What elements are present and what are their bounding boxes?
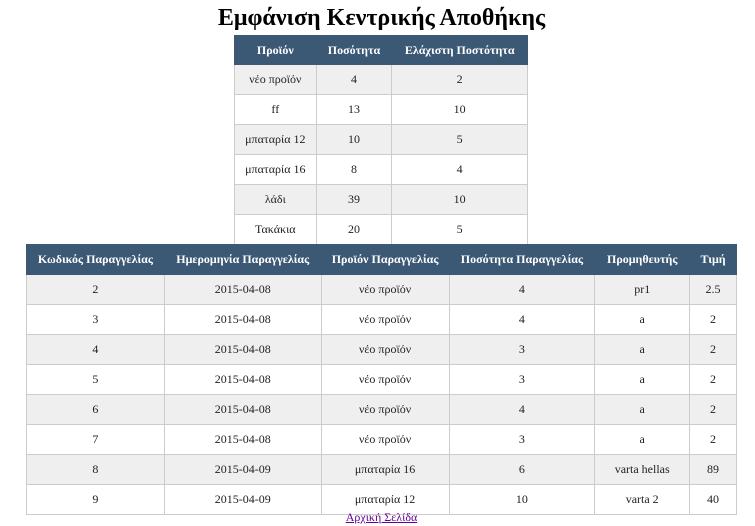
stock-cell-quantity: 20 xyxy=(315,214,393,245)
page: Εμφάνιση Κεντρικής Αποθήκης Προϊόν Ποσότ… xyxy=(0,0,755,526)
stock-cell-quantity: 8 xyxy=(315,154,393,185)
order-cell-price: 2 xyxy=(689,424,737,455)
order-cell-product: νέο προϊόν xyxy=(320,394,450,425)
orders-header-order-product: Προϊόν Παραγγελίας xyxy=(320,244,450,275)
order-row: 5 2015-04-08 νέο προϊόν 3 a 2 xyxy=(26,364,737,395)
stock-cell-product: νέο προϊόν xyxy=(234,64,317,95)
order-cell-date: 2015-04-08 xyxy=(163,424,322,455)
order-cell-quantity: 6 xyxy=(448,454,596,485)
stock-cell-product: Τακάκια xyxy=(234,214,317,245)
orders-table-header-row: Κωδικός Παραγγελίας Ημερομηνία Παραγγελί… xyxy=(26,244,737,275)
order-cell-date: 2015-04-08 xyxy=(163,334,322,365)
order-cell-product: νέο προϊόν xyxy=(320,304,450,335)
orders-header-order-quantity: Ποσότητα Παραγγελίας xyxy=(448,244,596,275)
order-cell-supplier: pr1 xyxy=(594,274,691,305)
stock-cell-min-quantity: 4 xyxy=(391,154,528,185)
page-title: Εμφάνιση Κεντρικής Αποθήκης xyxy=(217,5,546,31)
order-row: 6 2015-04-08 νέο προϊόν 4 a 2 xyxy=(26,394,737,425)
order-cell-supplier: a xyxy=(594,334,691,365)
stock-row: νέο προϊόν 4 2 xyxy=(234,64,528,95)
order-cell-date: 2015-04-08 xyxy=(163,274,322,305)
stock-row: μπαταρία 12 10 5 xyxy=(234,124,528,155)
order-cell-quantity: 4 xyxy=(448,274,596,305)
order-row: 4 2015-04-08 νέο προϊόν 3 a 2 xyxy=(26,334,737,365)
order-cell-code: 6 xyxy=(26,394,165,425)
orders-header-price: Τιμή xyxy=(689,244,737,275)
order-cell-quantity: 4 xyxy=(448,394,596,425)
order-row: 8 2015-04-09 μπαταρία 16 6 varta hellas … xyxy=(26,454,737,485)
orders-header-order-date: Ημερομηνία Παραγγελίας xyxy=(163,244,322,275)
stock-row: λάδι 39 10 xyxy=(234,184,528,215)
order-cell-price: 2 xyxy=(689,394,737,425)
order-cell-price: 2 xyxy=(689,334,737,365)
stock-cell-min-quantity: 10 xyxy=(391,94,528,125)
order-cell-code: 8 xyxy=(26,454,165,485)
stock-table-header-row: Προϊόν Ποσότητα Ελάχιστη Ποστότητα xyxy=(234,35,528,65)
order-cell-code: 2 xyxy=(26,274,165,305)
stock-cell-product: ff xyxy=(234,94,317,125)
order-cell-quantity: 3 xyxy=(448,424,596,455)
stock-row: ff 13 10 xyxy=(234,94,528,125)
orders-header-order-code: Κωδικός Παραγγελίας xyxy=(26,244,165,275)
order-cell-price: 2 xyxy=(689,304,737,335)
stock-row: μπαταρία 16 8 4 xyxy=(234,154,528,185)
stock-cell-min-quantity: 5 xyxy=(391,124,528,155)
home-page-link[interactable]: Αρχική Σελίδα xyxy=(346,510,418,524)
stock-cell-min-quantity: 10 xyxy=(391,184,528,215)
stock-header-quantity: Ποσότητα xyxy=(315,35,393,65)
stock-cell-min-quantity: 2 xyxy=(391,64,528,95)
order-cell-date: 2015-04-08 xyxy=(163,304,322,335)
order-cell-supplier: a xyxy=(594,304,691,335)
order-row: 7 2015-04-08 νέο προϊόν 3 a 2 xyxy=(26,424,737,455)
order-cell-product: νέο προϊόν xyxy=(320,364,450,395)
order-cell-code: 3 xyxy=(26,304,165,335)
order-cell-quantity: 4 xyxy=(448,304,596,335)
order-cell-code: 5 xyxy=(26,364,165,395)
stock-row: Τακάκια 20 5 xyxy=(234,214,528,245)
order-cell-price: 2 xyxy=(689,364,737,395)
order-cell-price: 89 xyxy=(689,454,737,485)
stock-header-product: Προϊόν xyxy=(234,35,317,65)
order-cell-supplier: varta hellas xyxy=(594,454,691,485)
order-row: 3 2015-04-08 νέο προϊόν 4 a 2 xyxy=(26,304,737,335)
order-cell-price: 2.5 xyxy=(689,274,737,305)
order-cell-supplier: a xyxy=(594,364,691,395)
stock-cell-min-quantity: 5 xyxy=(391,214,528,245)
order-cell-date: 2015-04-09 xyxy=(163,454,322,485)
order-cell-code: 7 xyxy=(26,424,165,455)
stock-cell-product: μπαταρία 12 xyxy=(234,124,317,155)
stock-cell-product: λάδι xyxy=(234,184,317,215)
order-cell-product: μπαταρία 16 xyxy=(320,454,450,485)
order-cell-supplier: a xyxy=(594,394,691,425)
footer: Αρχική Σελίδα xyxy=(0,510,755,524)
stock-table: Προϊόν Ποσότητα Ελάχιστη Ποστότητα νέο π… xyxy=(234,35,528,245)
order-cell-code: 4 xyxy=(26,334,165,365)
orders-table: Κωδικός Παραγγελίας Ημερομηνία Παραγγελί… xyxy=(26,244,737,515)
stock-cell-quantity: 10 xyxy=(315,124,393,155)
stock-cell-quantity: 4 xyxy=(315,64,393,95)
stock-cell-quantity: 39 xyxy=(315,184,393,215)
order-cell-product: νέο προϊόν xyxy=(320,274,450,305)
orders-header-supplier: Προμηθευτής xyxy=(594,244,691,275)
order-cell-product: νέο προϊόν xyxy=(320,334,450,365)
order-cell-product: νέο προϊόν xyxy=(320,424,450,455)
stock-cell-product: μπαταρία 16 xyxy=(234,154,317,185)
stock-cell-quantity: 13 xyxy=(315,94,393,125)
order-cell-date: 2015-04-08 xyxy=(163,364,322,395)
order-cell-quantity: 3 xyxy=(448,364,596,395)
order-row: 2 2015-04-08 νέο προϊόν 4 pr1 2.5 xyxy=(26,274,737,305)
order-cell-supplier: a xyxy=(594,424,691,455)
order-cell-quantity: 3 xyxy=(448,334,596,365)
stock-header-min-quantity: Ελάχιστη Ποστότητα xyxy=(391,35,528,65)
order-cell-date: 2015-04-08 xyxy=(163,394,322,425)
